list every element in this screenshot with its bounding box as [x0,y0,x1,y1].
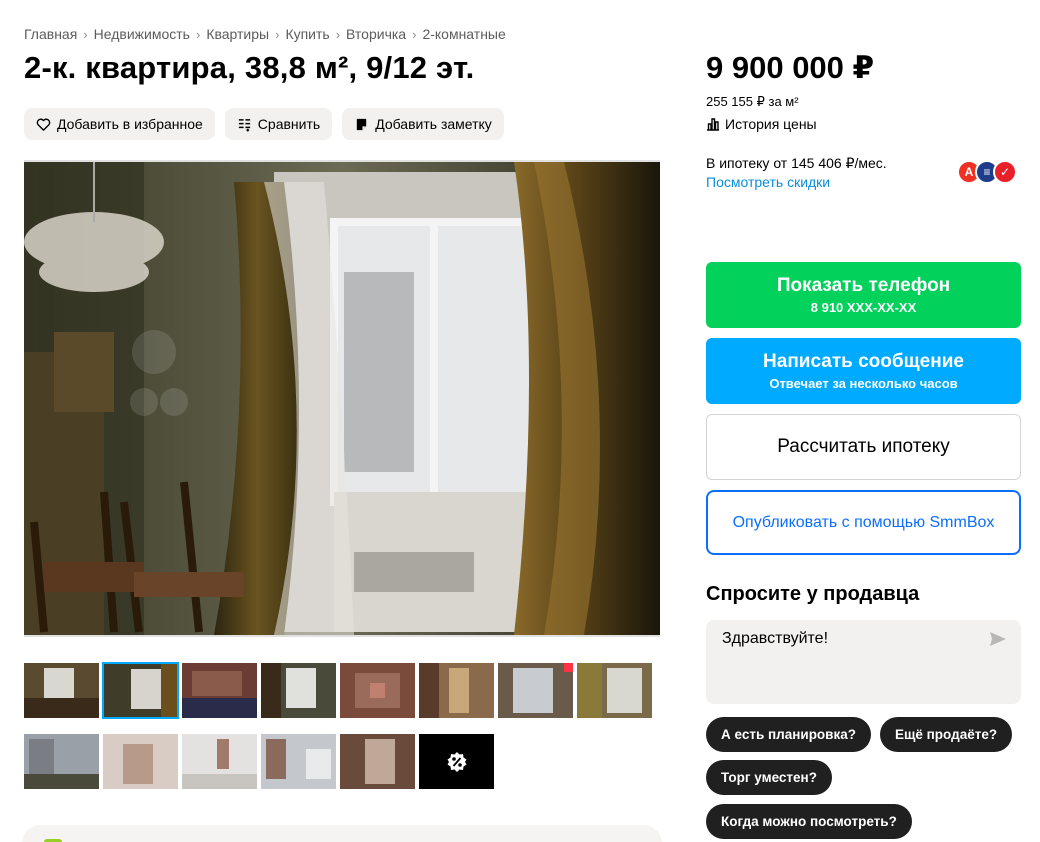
mortgage-text: В ипотеку от 145 406 ₽/мес. [706,155,887,171]
thumbnail-image [340,734,415,789]
calculate-mortgage-button[interactable]: Рассчитать ипотеку [706,414,1021,480]
thumbnail[interactable] [24,663,99,718]
chart-icon [707,118,719,131]
thumbnail-image [182,734,257,789]
thumbnail-image [24,663,99,718]
thumbnail-image [577,663,652,718]
add-to-favorites-button[interactable]: Добавить в избранное [24,108,215,140]
chevron-right-icon: › [83,26,88,42]
thumbnail[interactable] [261,663,336,718]
thumbnail[interactable] [103,734,178,789]
smmbox-publish-button[interactable]: Опубликовать с помощью SmmBox [706,490,1021,555]
thumbnail-image [103,663,178,718]
compare-label: Сравнить [257,116,321,132]
bank-logos: А ≡ ✓ [957,160,1017,184]
price-history-link[interactable]: История цены [706,116,817,132]
quick-question-chip[interactable]: Когда можно посмотреть? [706,804,912,839]
thumbnail-image [261,663,336,718]
room-photo-image [24,162,660,635]
sovcombank-icon: ✓ [993,160,1017,184]
breadcrumb-item[interactable]: Главная [24,26,77,42]
thumbnail[interactable] [261,734,336,789]
info-card [22,825,662,842]
quick-question-chip[interactable]: Торг уместен? [706,760,832,795]
breadcrumb-item[interactable]: 2-комнатные [422,26,505,42]
thumbnail-more[interactable] [419,734,494,789]
thumbnail-image [419,663,494,718]
write-message-button[interactable]: Написать сообщение Отвечает за несколько… [706,338,1021,404]
breadcrumb-item[interactable]: Квартиры [206,26,269,42]
discounts-link[interactable]: Посмотреть скидки [706,174,830,190]
breadcrumb-item[interactable]: Вторичка [346,26,406,42]
response-time: Отвечает за несколько часов [769,376,958,391]
page-title: 2-к. квартира, 38,8 м², 9/12 эт. [24,50,475,85]
compare-button[interactable]: Сравнить [224,108,333,140]
breadcrumb-item[interactable]: Купить [285,26,329,42]
ask-seller-title: Спросите у продавца [706,583,920,605]
phone-number-masked: 8 910 XXX-XX-XX [810,300,917,315]
thumbnail[interactable] [182,663,257,718]
show-phone-button[interactable]: Показать телефон 8 910 XXX-XX-XX [706,262,1021,328]
send-icon[interactable] [989,631,1007,647]
write-message-label: Написать сообщение [763,351,964,372]
price-per-sqm: 255 155 ₽ за м² [706,94,799,109]
compare-icon [238,118,250,132]
chevron-right-icon: › [195,26,201,42]
thumbnail[interactable] [340,734,415,789]
photo-thumbnails [24,662,652,789]
add-to-favorites-label: Добавить в избранное [57,116,203,132]
chevron-right-icon: › [275,26,280,42]
thumbnail-image [498,663,573,718]
thumbnail[interactable] [419,663,494,718]
thumbnail[interactable] [498,663,573,718]
percent-badge-icon [447,751,466,772]
price: 9 900 000 ₽ [706,50,875,85]
thumbnail[interactable] [24,734,99,789]
thumbnail[interactable] [340,663,415,718]
chevron-right-icon: › [412,26,417,42]
price-history-label: История цены [725,116,817,132]
note-icon [357,118,367,130]
add-note-label: Добавить заметку [375,116,492,132]
quick-question-chip[interactable]: Ещё продаёте? [880,717,1013,752]
listing-actions: Добавить в избранное Сравнить Добавить з… [24,108,504,140]
add-note-button[interactable]: Добавить заметку [342,108,504,140]
breadcrumb: Главная › Недвижимость › Квартиры › Купить ›… [24,26,506,42]
thumbnail-image [261,734,336,789]
chevron-right-icon: › [335,26,341,42]
thumbnail-image [182,663,257,718]
breadcrumb-item[interactable]: Недвижимость [94,26,190,42]
thumbnail-image [340,663,415,718]
thumbnail[interactable] [577,663,652,718]
thumbnail-image [103,734,178,789]
thumbnail-selected[interactable] [102,662,179,719]
heart-icon [36,118,51,131]
message-input[interactable]: Здравствуйте! [706,620,1021,704]
quick-question-chip[interactable]: А есть планировка? [706,717,871,752]
show-phone-label: Показать телефон [776,275,951,296]
main-photo[interactable] [24,160,660,637]
thumbnail[interactable] [182,734,257,789]
thumbnail-image [24,734,99,789]
